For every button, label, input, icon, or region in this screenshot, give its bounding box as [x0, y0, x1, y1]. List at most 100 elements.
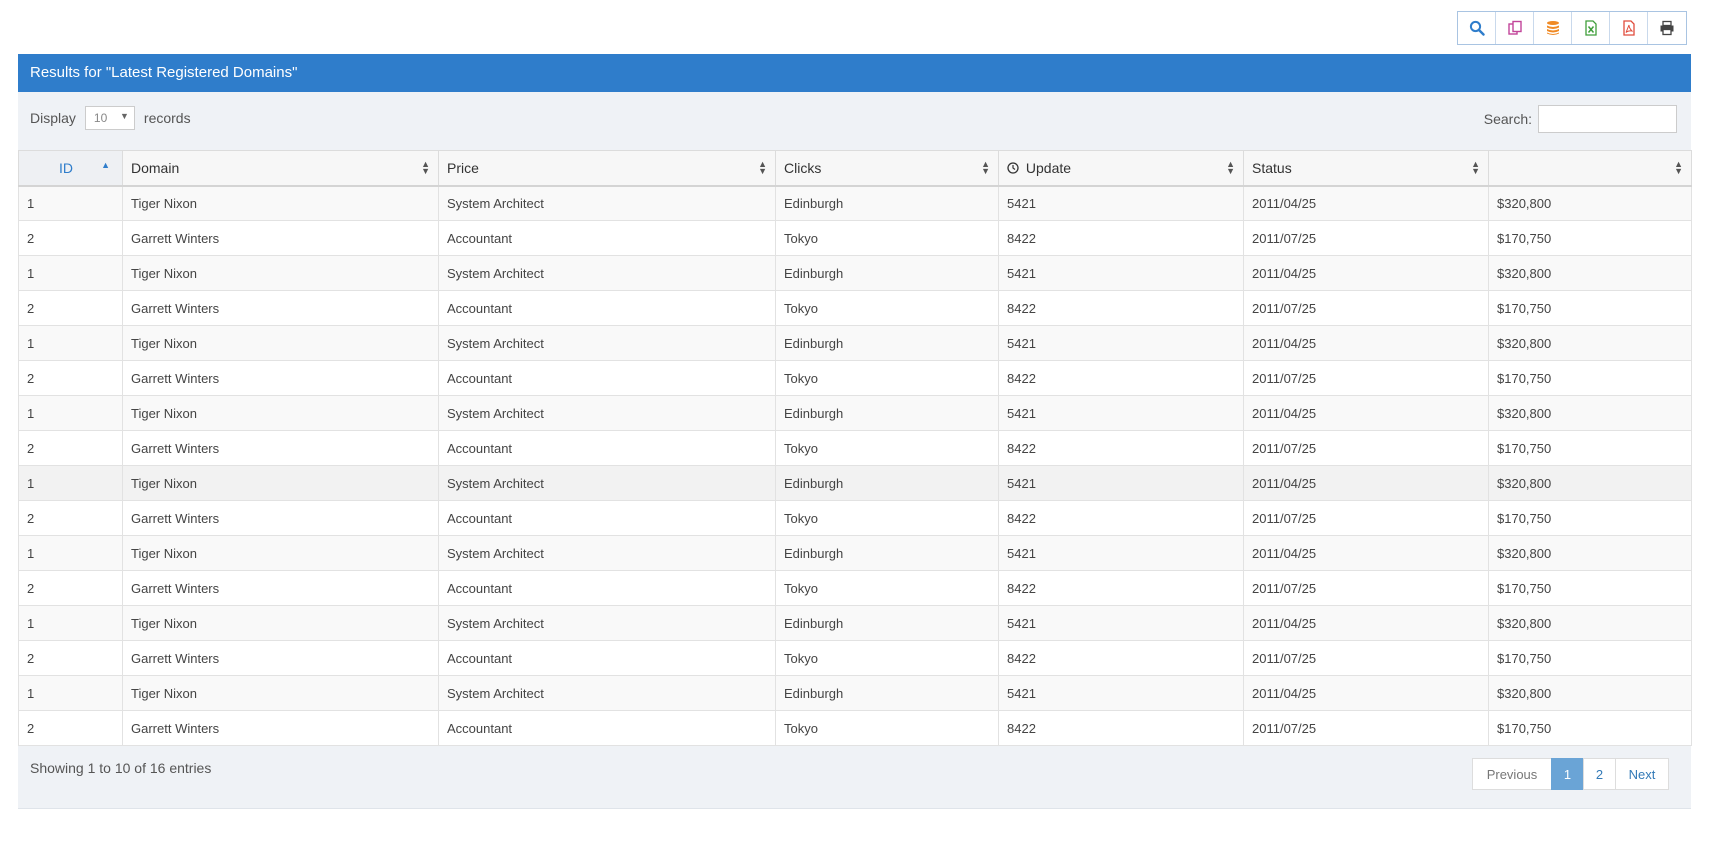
table-cell: 8422	[998, 710, 1244, 746]
table-cell: System Architect	[438, 255, 776, 291]
table-cell: 5421	[998, 605, 1244, 641]
table-cell: $320,800	[1488, 605, 1692, 641]
copy-button[interactable]	[1496, 12, 1534, 44]
table-cell: 2011/07/25	[1243, 570, 1489, 606]
results-panel: Results for "Latest Registered Domains" …	[18, 54, 1692, 809]
display-label: Display	[30, 110, 76, 126]
table-cell: 5421	[998, 185, 1244, 221]
table-cell: Tokyo	[775, 290, 999, 326]
table-cell: Accountant	[438, 500, 776, 536]
table-cell: Accountant	[438, 360, 776, 396]
column-header-price[interactable]: Price ▲ ▼	[438, 150, 776, 187]
table-cell: $170,750	[1488, 640, 1692, 676]
next-page-button[interactable]: Next	[1615, 758, 1669, 790]
copy-icon	[1507, 20, 1522, 35]
table-cell: 2011/04/25	[1243, 535, 1489, 571]
page-1-button[interactable]: 1	[1551, 758, 1584, 790]
table-cell: $170,750	[1488, 360, 1692, 396]
column-header-label: Status	[1252, 159, 1292, 176]
table-cell: Tiger Nixon	[122, 255, 439, 291]
table-cell: 5421	[998, 255, 1244, 291]
column-header-unnamed[interactable]: ▲ ▼	[1488, 150, 1692, 187]
column-header-update[interactable]: Update ▲ ▼	[998, 150, 1244, 187]
table-cell: Garrett Winters	[122, 500, 439, 536]
table-cell: 2011/07/25	[1243, 500, 1489, 536]
records-per-page-select[interactable]: 10 ▼	[84, 106, 135, 130]
table-cell: Garrett Winters	[122, 290, 439, 326]
table-cell: Tiger Nixon	[122, 465, 439, 501]
sort-icon: ▲ ▼	[981, 159, 990, 176]
column-header-status[interactable]: Status ▲ ▼	[1243, 150, 1489, 187]
table-cell: Garrett Winters	[122, 360, 439, 396]
table-cell: Accountant	[438, 290, 776, 326]
table-cell: 8422	[998, 360, 1244, 396]
table-cell: 2011/07/25	[1243, 710, 1489, 746]
table-cell: 2	[18, 220, 123, 256]
table-cell: 8422	[998, 430, 1244, 466]
table-row: 1 Tiger Nixon System Architect Edinburgh 542…	[18, 675, 1692, 711]
display-control: Display 10 ▼ records	[30, 106, 191, 130]
column-header-domain[interactable]: Domain ▲ ▼	[122, 150, 439, 187]
table-cell: 2	[18, 640, 123, 676]
excel-button[interactable]	[1572, 12, 1610, 44]
table-cell: Edinburgh	[775, 325, 999, 361]
sort-icon: ▲ ▼	[758, 159, 767, 176]
table-cell: $170,750	[1488, 500, 1692, 536]
table-cell: $170,750	[1488, 710, 1692, 746]
table-cell: 2	[18, 710, 123, 746]
table-cell: $170,750	[1488, 430, 1692, 466]
print-button[interactable]	[1648, 12, 1686, 44]
table-cell: $320,800	[1488, 255, 1692, 291]
table-cell: 2	[18, 500, 123, 536]
sort-icon: ▲ ▼	[1471, 159, 1480, 176]
table-cell: Tiger Nixon	[122, 325, 439, 361]
table-cell: System Architect	[438, 185, 776, 221]
page-2-button[interactable]: 2	[1583, 758, 1616, 790]
table-cell: 1	[18, 535, 123, 571]
table-cell: Tokyo	[775, 430, 999, 466]
results-table: ID ▲ Domain ▲▼ Price ▲▼ Clicks ▲▼ Upd	[18, 150, 1692, 746]
table-cell: Accountant	[438, 710, 776, 746]
table-row: 2 Garrett Winters Accountant Tokyo 8422 2011/…	[18, 640, 1692, 676]
table-cell: Tokyo	[775, 640, 999, 676]
search-button[interactable]	[1458, 12, 1496, 44]
table-cell: 2	[18, 430, 123, 466]
table-cell: 2011/04/25	[1243, 255, 1489, 291]
table-cell: 2011/07/25	[1243, 640, 1489, 676]
table-cell: Tokyo	[775, 500, 999, 536]
pdf-button[interactable]	[1610, 12, 1648, 44]
table-footer: Showing 1 to 10 of 16 entries Previous 1…	[18, 746, 1691, 806]
table-controls: Display 10 ▼ records Search:	[18, 92, 1691, 150]
database-button[interactable]	[1534, 12, 1572, 44]
table-cell: 2	[18, 570, 123, 606]
table-cell: System Architect	[438, 605, 776, 641]
search-icon	[1469, 20, 1485, 36]
table-cell: Accountant	[438, 220, 776, 256]
table-body: 1 Tiger Nixon System Architect Edinburgh 542…	[18, 185, 1692, 746]
print-icon	[1660, 20, 1674, 36]
table-cell: Edinburgh	[775, 535, 999, 571]
sort-icon: ▲ ▼	[1226, 159, 1235, 176]
table-cell: 1	[18, 605, 123, 641]
table-cell: $320,800	[1488, 185, 1692, 221]
table-cell: 2011/07/25	[1243, 290, 1489, 326]
clock-icon	[1007, 162, 1019, 174]
table-row: 2 Garrett Winters Accountant Tokyo 8422 2011/…	[18, 710, 1692, 746]
table-cell: Accountant	[438, 430, 776, 466]
table-header-row: ID ▲ Domain ▲▼ Price ▲▼ Clicks ▲▼ Upd	[18, 150, 1692, 187]
table-cell: 1	[18, 185, 123, 221]
column-header-clicks[interactable]: Clicks ▲ ▼	[775, 150, 999, 187]
table-cell: Tiger Nixon	[122, 605, 439, 641]
previous-page-button[interactable]: Previous	[1472, 758, 1552, 790]
table-cell: Edinburgh	[775, 395, 999, 431]
search-input[interactable]	[1538, 105, 1677, 133]
table-cell: Edinburgh	[775, 605, 999, 641]
entries-info: Showing 1 to 10 of 16 entries	[30, 760, 212, 776]
pdf-icon	[1622, 20, 1635, 36]
column-header-label: ID	[59, 159, 73, 176]
table-cell: 2	[18, 360, 123, 396]
column-header-id[interactable]: ID ▲	[18, 150, 123, 187]
table-cell: 8422	[998, 290, 1244, 326]
table-row: 2 Garrett Winters Accountant Tokyo 8422 2011/…	[18, 500, 1692, 536]
table-row: 2 Garrett Winters Accountant Tokyo 8422 2011/…	[18, 360, 1692, 396]
